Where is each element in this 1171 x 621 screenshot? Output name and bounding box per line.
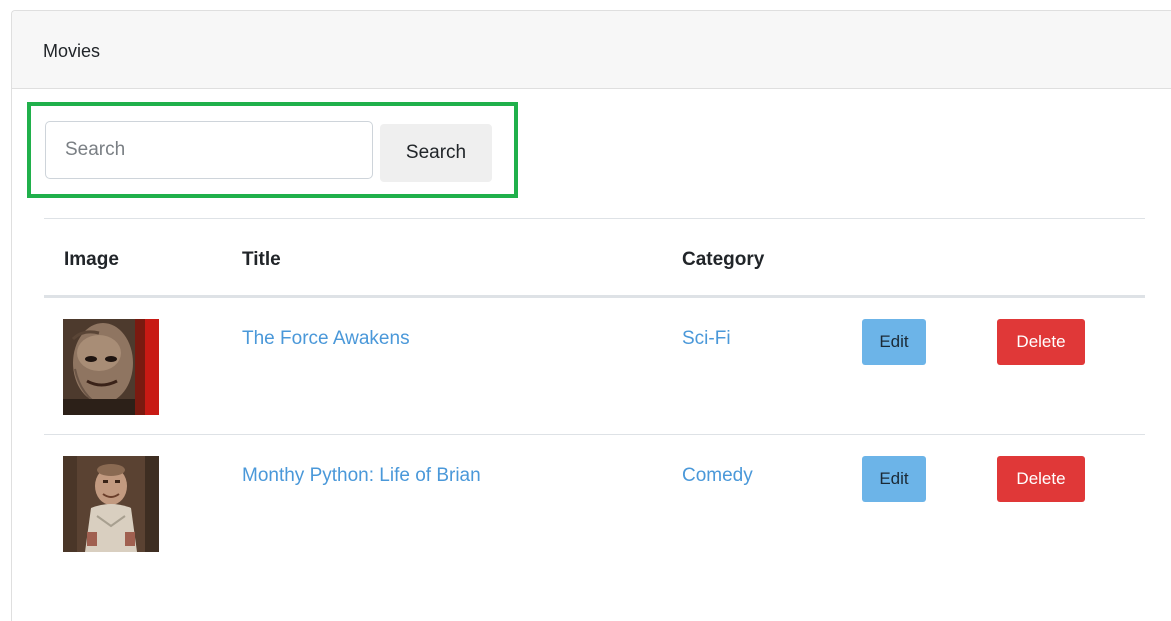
movie-poster-thumbnail [63,319,159,415]
edit-button[interactable]: Edit [862,456,926,502]
column-header-image: Image [64,249,119,270]
poster-image-icon [63,319,159,415]
delete-button[interactable]: Delete [997,456,1085,502]
edit-button[interactable]: Edit [862,319,926,365]
search-button[interactable]: Search [380,124,492,182]
movie-category-link[interactable]: Sci-Fi [682,328,731,350]
poster-image-icon [63,456,159,552]
column-header-title: Title [242,249,281,270]
table-row: Monthy Python: Life of Brian Comedy Edit… [44,435,1145,572]
movie-poster-thumbnail [63,456,159,552]
card-header: Movies [12,11,1171,89]
delete-button[interactable]: Delete [997,319,1085,365]
search-input[interactable] [45,121,373,179]
movie-title-link[interactable]: Monthy Python: Life of Brian [242,465,481,487]
column-header-category: Category [682,249,765,270]
card-title: Movies [43,41,101,61]
movie-category-link[interactable]: Comedy [682,465,753,487]
table-row: The Force Awakens Sci-Fi Edit Delete [44,298,1145,435]
table-top-divider [44,218,1145,219]
movie-title-link[interactable]: The Force Awakens [242,328,410,350]
